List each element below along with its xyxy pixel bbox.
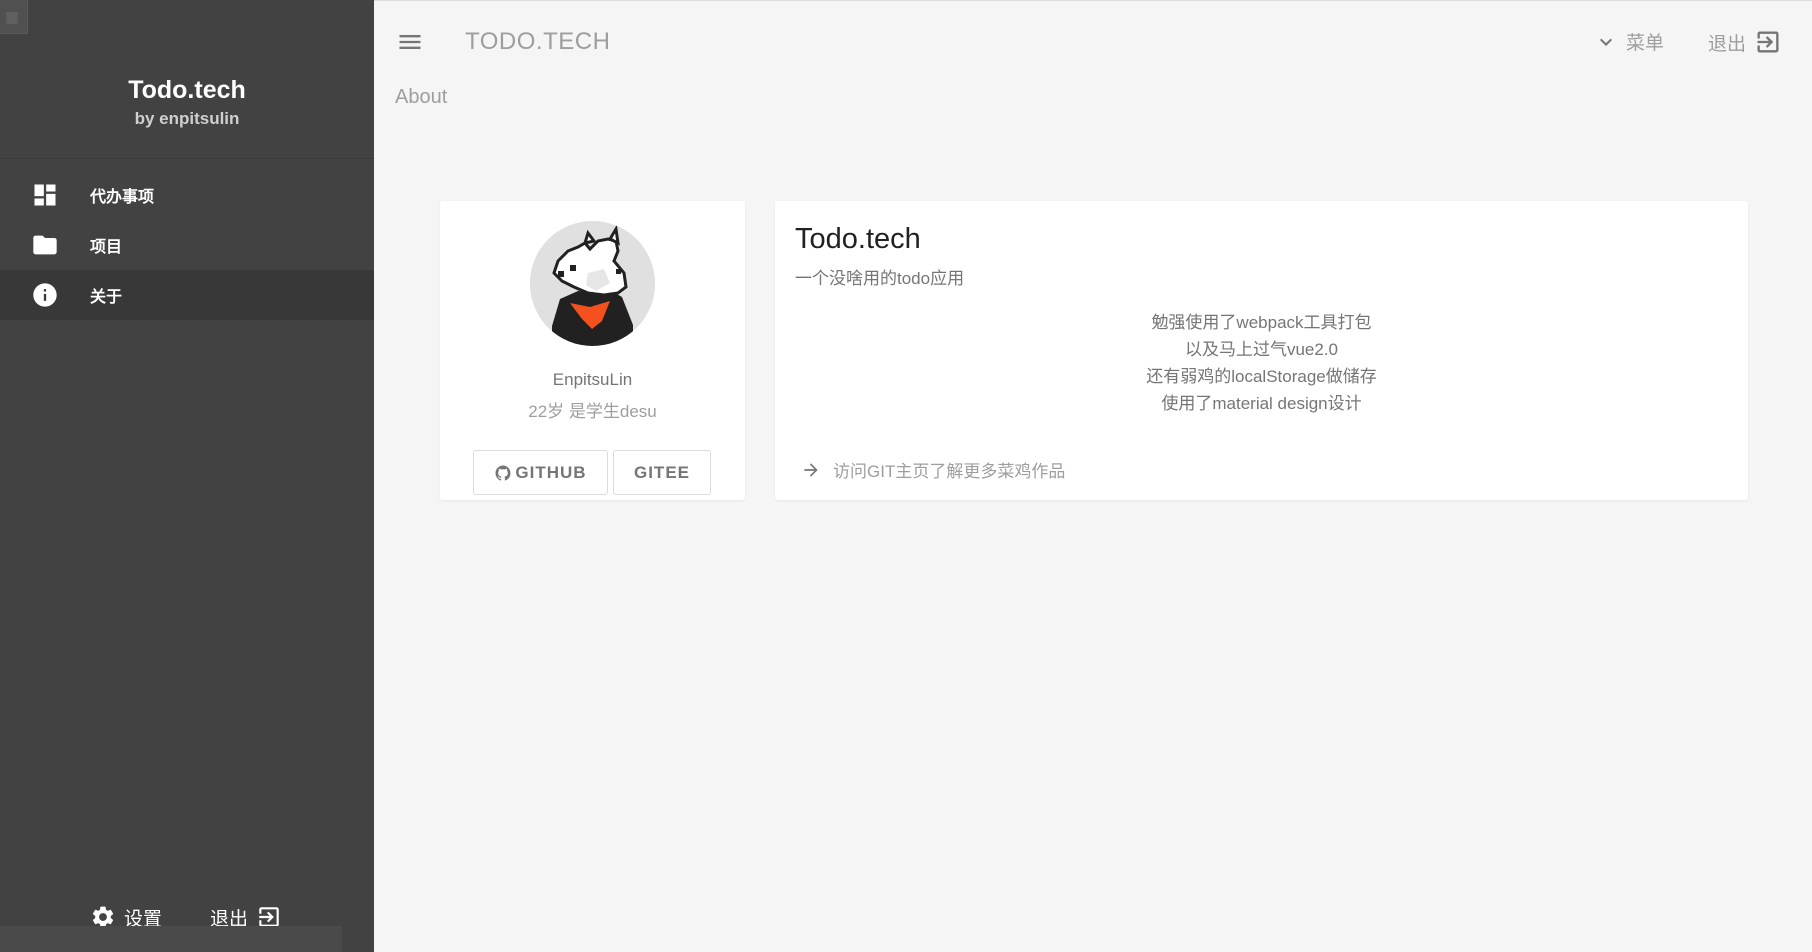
about-title: Todo.tech	[795, 223, 921, 255]
profile-name: EnpitsuLin	[552, 370, 633, 389]
github-button[interactable]: GITHUB	[473, 450, 608, 495]
menu-dropdown-button[interactable]: 菜单	[1594, 28, 1664, 55]
sidebar: Todo.tech by enpitsulin 代办事项 项目 关于 设置 退出	[0, 0, 374, 952]
brand: Todo.tech by enpitsulin	[0, 76, 374, 129]
status-bar	[0, 926, 342, 952]
exit-icon	[1757, 31, 1779, 53]
git-homepage-label: 访问GIT主页了解更多菜鸡作品	[833, 462, 1066, 481]
sidebar-item-label: 代办事项	[90, 189, 155, 206]
sidebar-item-label: 关于	[90, 289, 123, 306]
sidebar-item-projects[interactable]: 项目	[0, 220, 374, 270]
brand-title: Todo.tech	[128, 76, 246, 104]
brand-subtitle: by enpitsulin	[134, 109, 240, 128]
breadcrumb: About	[395, 86, 448, 108]
description-line: 还有弱鸡的localStorage做储存	[1146, 367, 1377, 386]
sidebar-nav: 代办事项 项目 关于	[0, 170, 374, 320]
github-icon	[495, 465, 511, 481]
sidebar-item-todos[interactable]: 代办事项	[0, 170, 374, 220]
description-line: 勉强使用了webpack工具打包	[1151, 313, 1372, 332]
info-icon	[0, 281, 90, 309]
pixel-dog-avatar-image	[530, 221, 655, 346]
logout-label: 退出	[1708, 33, 1747, 55]
gitee-label: GITEE	[633, 462, 690, 482]
github-label: GITHUB	[515, 462, 587, 482]
sidebar-item-label: 项目	[90, 239, 123, 256]
window-corner	[0, 0, 28, 34]
chevron-down-icon	[1600, 38, 1612, 46]
about-subtitle: 一个没啥用的todo应用	[795, 269, 965, 288]
logout-button[interactable]: 退出	[1708, 28, 1782, 56]
git-homepage-link[interactable]: 访问GIT主页了解更多菜鸡作品	[801, 457, 1065, 482]
about-description: 勉强使用了webpack工具打包 以及马上过气vue2.0 还有弱鸡的local…	[775, 309, 1748, 417]
hamburger-menu-icon[interactable]	[396, 28, 424, 56]
app-title: TODO.TECH	[465, 28, 611, 55]
sidebar-item-about[interactable]: 关于	[0, 270, 374, 320]
arrow-right-icon	[804, 462, 818, 477]
profile-description: 22岁 是学生desu	[528, 402, 657, 421]
about-card: Todo.tech 一个没啥用的todo应用 勉强使用了webpack工具打包 …	[775, 201, 1748, 500]
description-line: 以及马上过气vue2.0	[1184, 340, 1339, 359]
brand-divider	[0, 158, 374, 159]
dashboard-icon	[0, 181, 90, 209]
folder-icon	[0, 231, 90, 259]
menu-label: 菜单	[1626, 33, 1665, 54]
gitee-button[interactable]: GITEE	[613, 450, 711, 495]
profile-card: EnpitsuLin 22岁 是学生desu GITHUB GITEE	[440, 201, 745, 500]
avatar	[530, 221, 655, 346]
top-app-bar: TODO.TECH 菜单 退出	[374, 0, 1812, 82]
description-line: 使用了material design设计	[1161, 394, 1362, 413]
